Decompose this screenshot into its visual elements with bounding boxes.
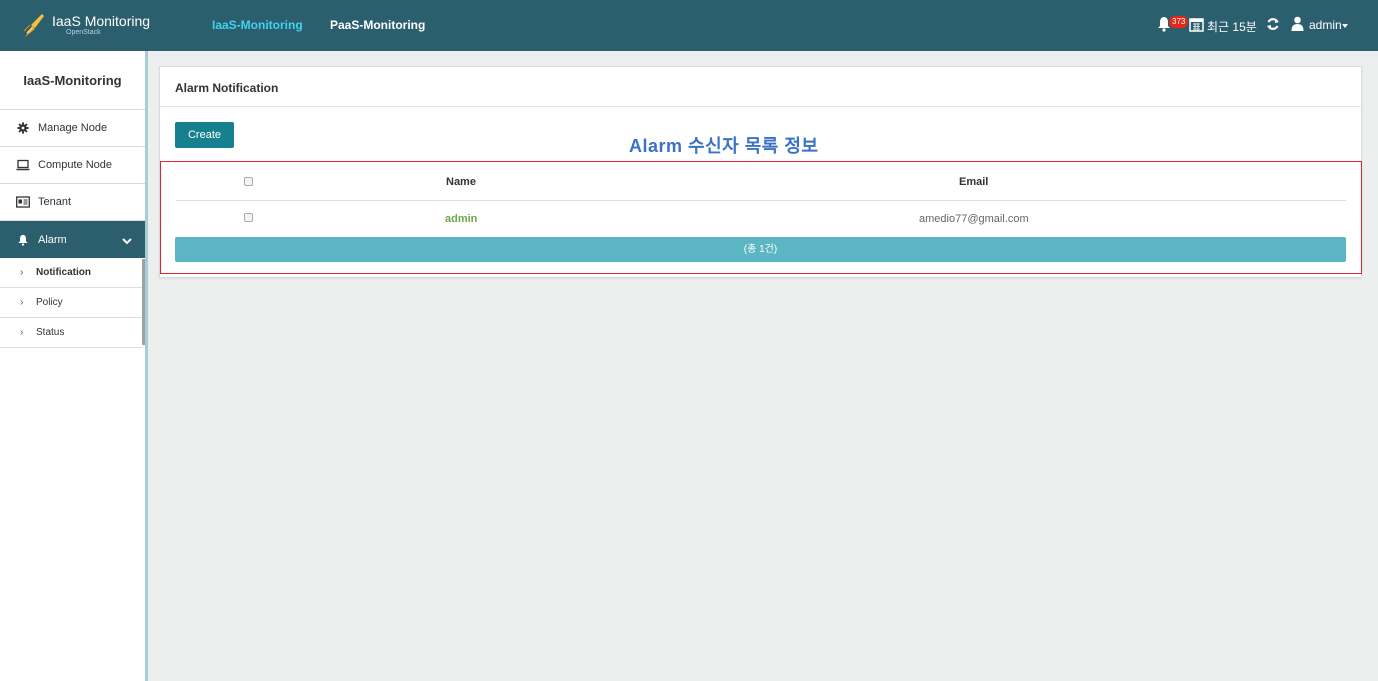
chevron-down-icon (122, 238, 132, 245)
gear-icon (17, 122, 29, 134)
app-subtitle: OpenStack (66, 29, 101, 36)
create-button[interactable]: Create (175, 122, 234, 148)
tab-paas-monitoring[interactable]: PaaS-Monitoring (330, 18, 425, 32)
sidebar-subitem-status[interactable]: › Status (0, 318, 142, 348)
sidebar-title: IaaS-Monitoring (23, 73, 122, 88)
sidebar-item-tenant[interactable]: Tenant (0, 183, 145, 219)
calendar-icon[interactable] (1189, 17, 1204, 32)
chevron-right-icon: › (20, 267, 24, 278)
caret-down-icon[interactable] (1342, 24, 1348, 28)
sidebar-item-label: Manage Node (38, 122, 108, 134)
app-title[interactable]: IaaS Monitoring (52, 13, 150, 29)
sidebar-item-label: Alarm (38, 234, 67, 246)
table-cell-name[interactable]: admin (445, 213, 477, 225)
sidebar-subitem-label: Status (36, 327, 65, 338)
sidebar-subitem-label: Notification (36, 267, 91, 278)
sidebar-border (145, 51, 148, 681)
select-all-checkbox[interactable] (244, 177, 253, 186)
rocket-logo-icon (23, 14, 44, 37)
chevron-right-icon: › (20, 297, 24, 308)
row-checkbox[interactable] (244, 213, 253, 222)
panel-header: Alarm Notification (160, 67, 1361, 107)
sidebar-item-label: Tenant (38, 196, 72, 208)
sidebar-subitem-notification[interactable]: › Notification (0, 258, 142, 288)
column-header-email[interactable]: Email (959, 176, 988, 188)
refresh-icon[interactable] (1266, 17, 1280, 31)
column-header-name[interactable]: Name (446, 176, 476, 188)
user-menu[interactable]: admin (1309, 18, 1342, 32)
annotation-title: Alarm 수신자 목록 정보 (629, 136, 819, 156)
table-cell-email: amedio77@gmail.com (919, 213, 1029, 225)
id-card-icon (16, 196, 30, 208)
laptop-icon (16, 159, 30, 171)
sidebar-item-alarm[interactable]: Alarm (0, 220, 145, 258)
user-icon[interactable] (1291, 16, 1304, 31)
sidebar-subitem-policy[interactable]: › Policy (0, 288, 142, 318)
sidebar-item-compute-node[interactable]: Compute Node (0, 146, 145, 182)
panel-title: Alarm Notification (175, 81, 279, 95)
time-range-label[interactable]: 최근 15분 (1207, 18, 1257, 35)
chevron-right-icon: › (20, 327, 24, 338)
sidebar-item-manage-node[interactable]: Manage Node (0, 109, 145, 145)
sidebar-scrollbar[interactable] (142, 259, 145, 345)
sidebar-subitem-label: Policy (36, 297, 63, 308)
bell-icon (18, 234, 28, 246)
sidebar: IaaS-Monitoring Manage Node Compute Node… (0, 51, 145, 681)
tab-iaas-monitoring[interactable]: IaaS-Monitoring (212, 18, 303, 32)
table-divider (176, 200, 1346, 201)
alarm-count-badge[interactable]: 373 (1169, 16, 1189, 28)
total-count-bar: (총 1건) (175, 237, 1346, 262)
sidebar-item-label: Compute Node (38, 159, 112, 171)
